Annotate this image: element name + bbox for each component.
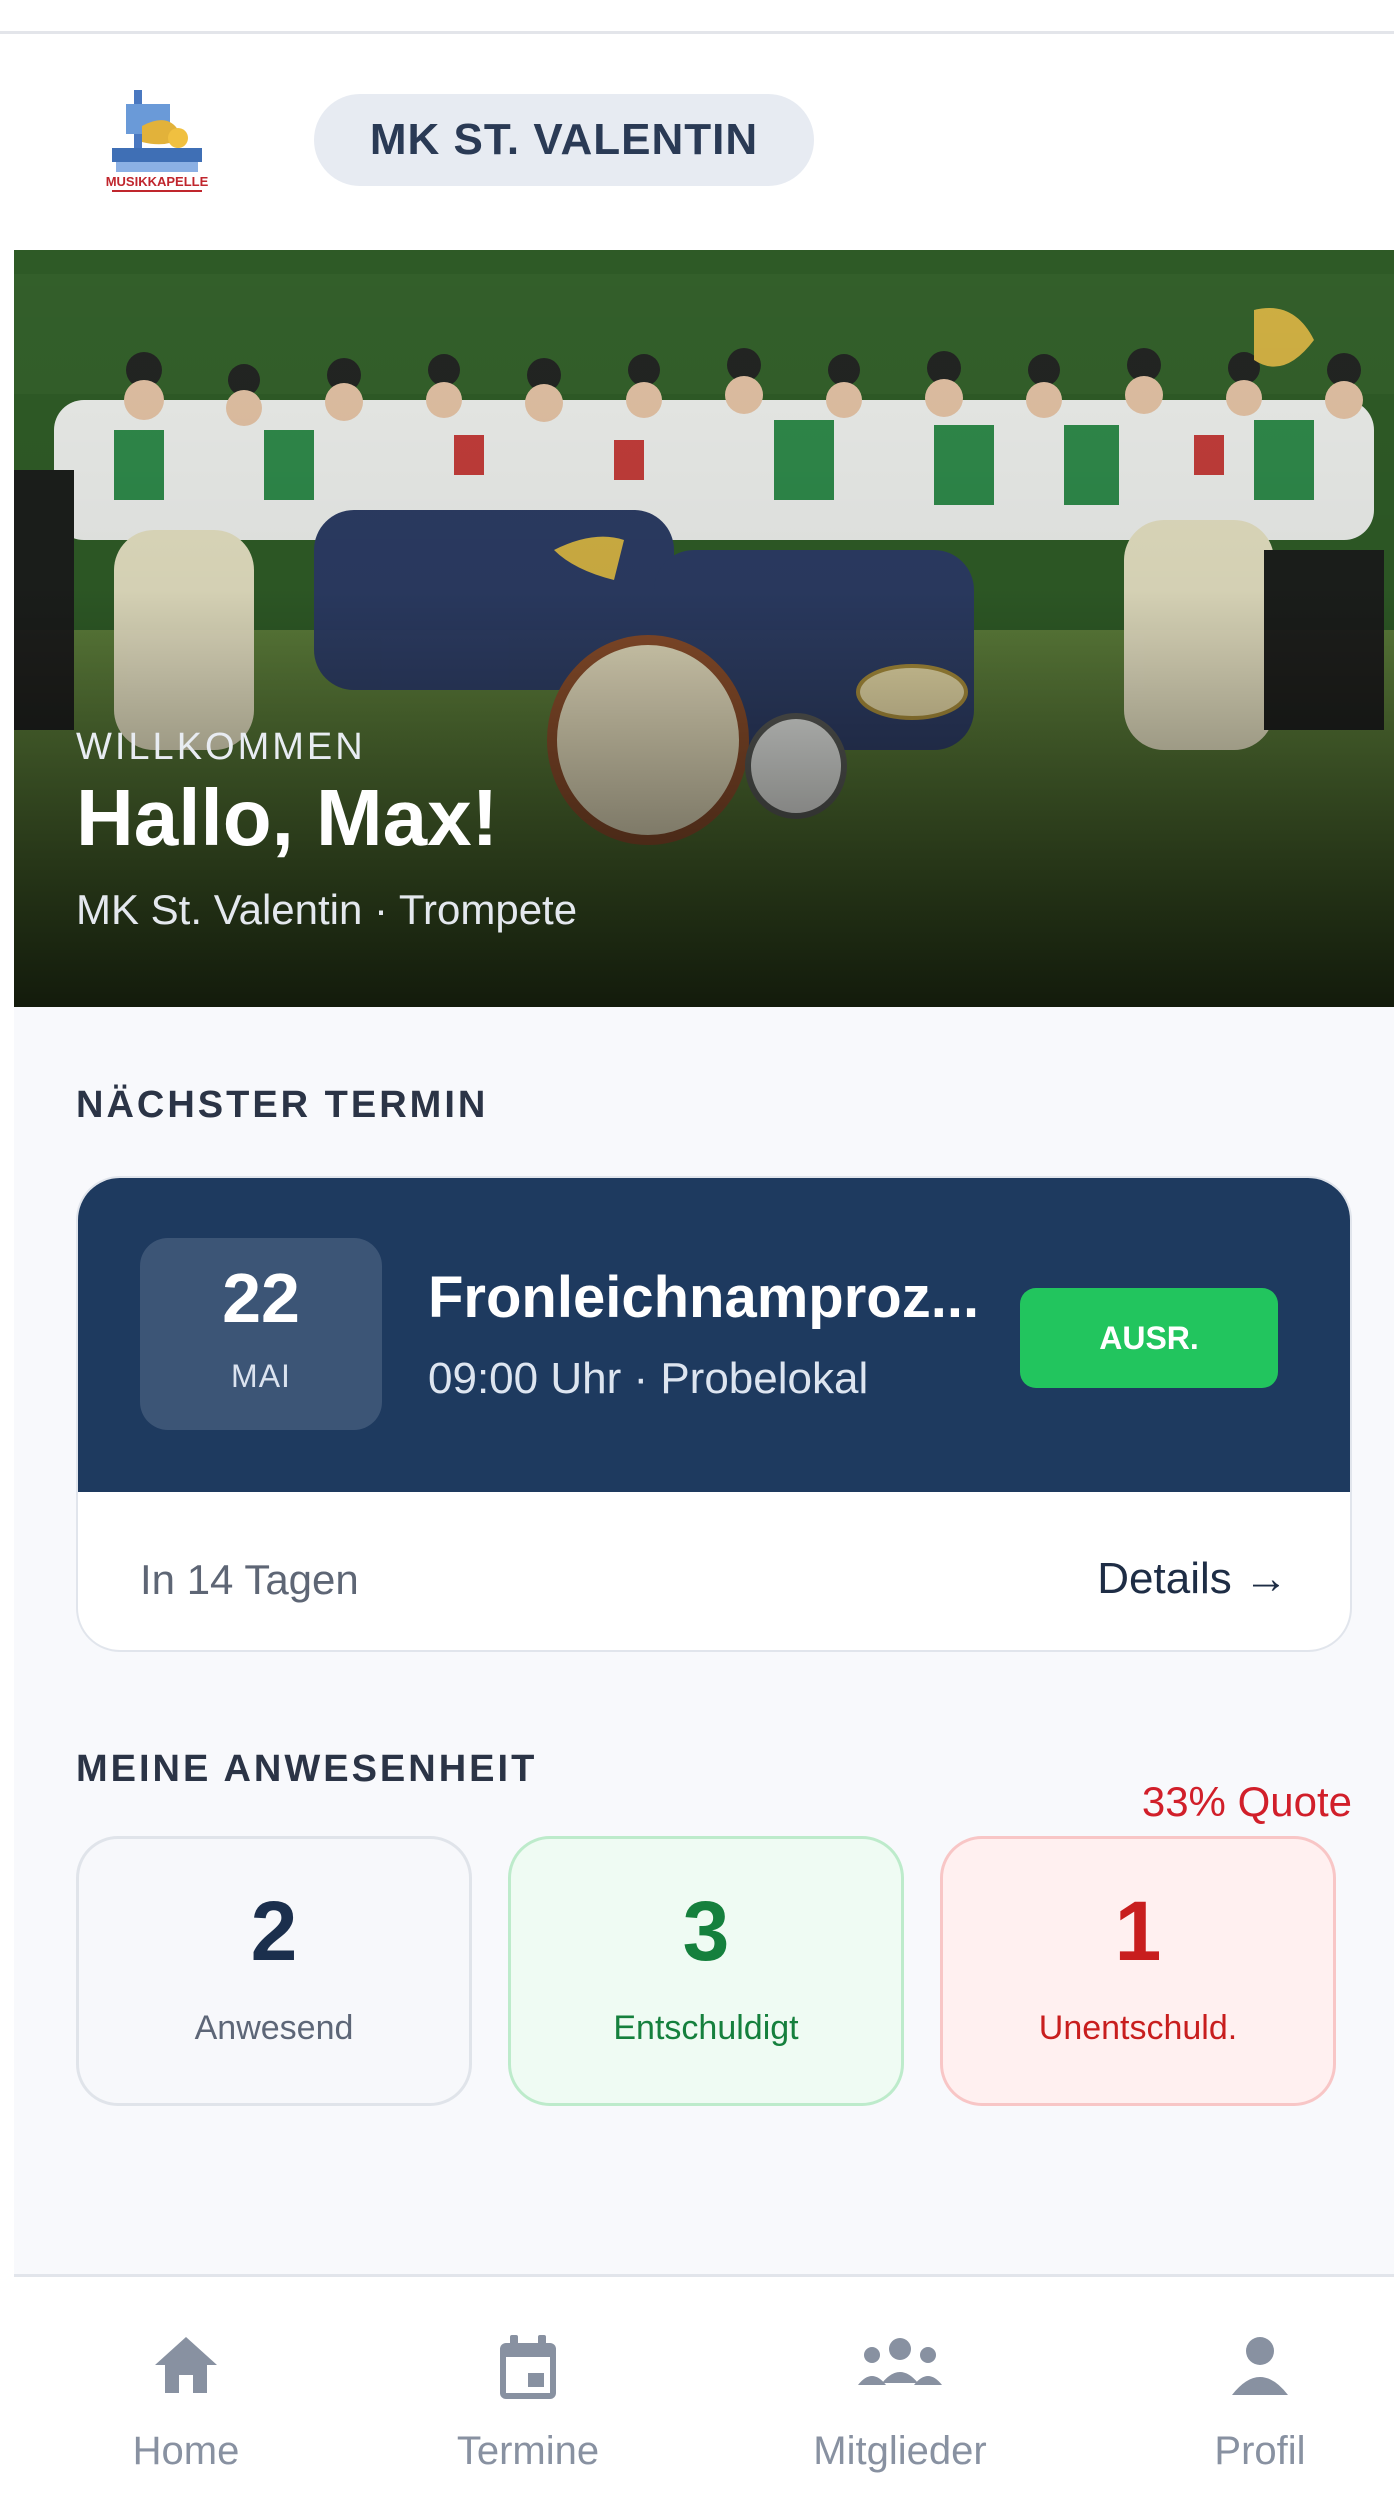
stat-excused-value: 3 <box>682 1884 730 1978</box>
greeting-title: Hallo, Max! <box>76 773 499 862</box>
bottom-navigation: Home Termine Mitglieder Profil <box>14 2274 1394 2500</box>
next-event-card[interactable]: 22 MAI Fronleichnamproz... 09:00 Uhr · P… <box>76 1176 1352 1652</box>
nav-profil[interactable]: Profil <box>1110 2277 1394 2500</box>
event-day: 22 <box>222 1259 300 1337</box>
attendance-heading: MEINE ANWESENHEIT <box>76 1748 538 1790</box>
event-time-location: 09:00 Uhr · Probelokal <box>428 1354 869 1403</box>
stat-unexcused[interactable]: 1 Unentschuld. <box>940 1836 1336 2106</box>
nav-termine-label: Termine <box>456 2429 600 2473</box>
svg-text:MUSIKKAPELLE: MUSIKKAPELLE <box>106 174 209 189</box>
app-screen: MUSIKKAPELLE MK ST. VALENTIN WILLKOMMEN … <box>14 34 1394 2500</box>
event-details-link[interactable]: Details → <box>1097 1554 1288 1604</box>
stat-excused-label: Entschuldigt <box>613 2009 799 2047</box>
event-countdown: In 14 Tagen <box>140 1556 359 1603</box>
nav-profil-label: Profil <box>1214 2429 1306 2473</box>
hero-banner: WILLKOMMEN Hallo, Max! MK St. Valentin ·… <box>14 250 1394 1007</box>
event-card-header: 22 MAI Fronleichnamproz... 09:00 Uhr · P… <box>78 1178 1350 1492</box>
club-name-badge[interactable]: MK ST. VALENTIN <box>314 94 814 186</box>
nav-termine[interactable]: Termine <box>378 2277 678 2500</box>
stat-unexcused-value: 1 <box>1114 1884 1162 1978</box>
stat-excused[interactable]: 3 Entschuldigt <box>508 1836 904 2106</box>
nav-home-label: Home <box>132 2429 240 2473</box>
nav-mitglieder[interactable]: Mitglieder <box>750 2277 1050 2500</box>
nav-home[interactable]: Home <box>36 2277 336 2500</box>
stat-unexcused-label: Unentschuld. <box>1038 2009 1238 2047</box>
app-header: MUSIKKAPELLE MK ST. VALENTIN <box>14 34 1394 250</box>
members-icon <box>854 2333 946 2398</box>
stat-present-label: Anwesend <box>194 2009 354 2047</box>
calendar-icon <box>496 2333 560 2408</box>
welcome-kicker: WILLKOMMEN <box>76 726 366 768</box>
event-title: Fronleichnamproz... <box>428 1265 980 1330</box>
attendance-status-button[interactable]: AUSR. <box>1020 1288 1278 1388</box>
stat-present[interactable]: 2 Anwesend <box>76 1836 472 2106</box>
attendance-quote: 33% Quote <box>1141 1778 1352 1825</box>
stat-present-value: 2 <box>250 1884 298 1978</box>
next-event-heading: NÄCHSTER TERMIN <box>76 1084 489 1126</box>
nav-mitglieder-label: Mitglieder <box>813 2429 987 2473</box>
club-logo[interactable]: MUSIKKAPELLE <box>82 86 232 206</box>
top-border <box>0 0 1394 34</box>
member-info: MK St. Valentin · Trompete <box>76 886 578 933</box>
event-date-box: 22 MAI <box>140 1238 382 1430</box>
home-icon <box>151 2333 221 2402</box>
event-month: MAI <box>231 1358 291 1394</box>
profile-icon <box>1228 2333 1292 2402</box>
